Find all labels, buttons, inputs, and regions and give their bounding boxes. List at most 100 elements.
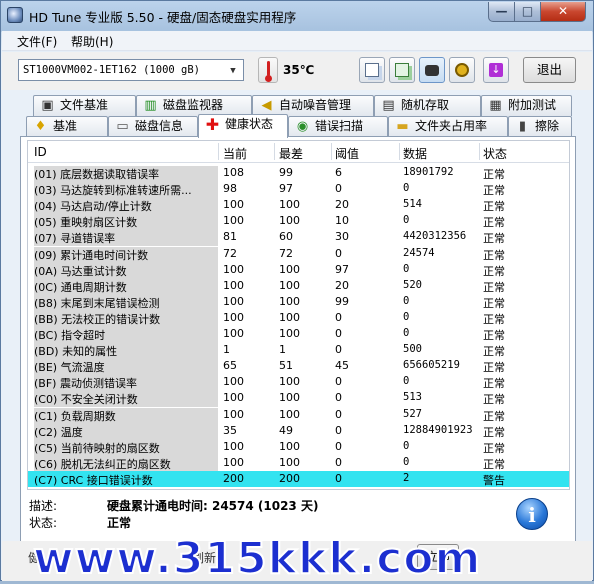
copy-info-icon bbox=[395, 63, 409, 77]
tab-benchmark[interactable]: ♦ 基准 bbox=[26, 116, 108, 137]
menu-help[interactable]: 帮助(H) bbox=[69, 33, 115, 50]
cell-current: 100 bbox=[223, 310, 244, 324]
tab-extra-tests[interactable]: ▦ 附加测试 bbox=[481, 95, 572, 116]
minimize-button[interactable]: — bbox=[488, 2, 515, 22]
table-row[interactable]: (C0) 不安全关闭计数 100 100 0 513 正常 bbox=[28, 390, 569, 408]
hdtune-app-icon bbox=[7, 7, 23, 23]
table-row[interactable]: (BE) 气流温度 65 51 45 656605219 正常 bbox=[28, 358, 569, 376]
maximize-button[interactable]: □ bbox=[514, 2, 541, 22]
cell-status: 正常 bbox=[483, 168, 505, 181]
table-row[interactable]: (C5) 当前待映射的扇区数 100 100 0 0 正常 bbox=[28, 439, 569, 456]
cell-worst: 97 bbox=[279, 182, 293, 196]
table-row[interactable]: (C2) 温度 35 49 0 12884901923 正常 bbox=[28, 423, 569, 440]
thermometer-icon bbox=[258, 57, 278, 83]
cell-worst: 100 bbox=[279, 214, 300, 228]
table-header: ID 当前 最差 阈值 数据 状态 bbox=[28, 141, 569, 163]
copy-text-button[interactable] bbox=[359, 57, 385, 83]
tab-disk-monitor[interactable]: ▥ 磁盘监视器 bbox=[136, 95, 252, 116]
cell-status: 正常 bbox=[483, 409, 505, 423]
cell-current: 100 bbox=[223, 327, 244, 340]
col-header-threshold[interactable]: 阈值 bbox=[335, 145, 359, 162]
tab-erase[interactable]: ▮ 擦除 bbox=[508, 116, 572, 137]
health-cross-icon: ✚ bbox=[205, 115, 220, 134]
cell-threshold: 20 bbox=[335, 198, 349, 212]
cell-current: 100 bbox=[223, 455, 244, 469]
tab-disk-info[interactable]: ▭ 磁盘信息 bbox=[108, 116, 198, 137]
tab-file-benchmark[interactable]: ▣ 文件基准 bbox=[33, 95, 136, 116]
cell-threshold: 0 bbox=[335, 391, 342, 405]
cell-threshold: 0 bbox=[335, 423, 342, 437]
cell-current: 100 bbox=[223, 214, 244, 228]
cell-data: 24574 bbox=[403, 246, 435, 259]
cell-threshold: 0 bbox=[335, 439, 342, 453]
cell-data: 527 bbox=[403, 407, 422, 420]
cell-status: 正常 bbox=[483, 312, 505, 326]
cell-current: 100 bbox=[223, 262, 244, 276]
exit-button[interactable]: 退出 bbox=[523, 57, 576, 83]
menu-file[interactable]: 文件(F) bbox=[15, 33, 59, 50]
drive-select[interactable]: ST1000VM002-1ET162 (1000 gB) ▼ bbox=[18, 59, 244, 81]
screenshot-button[interactable] bbox=[419, 57, 445, 83]
cell-threshold: 30 bbox=[335, 230, 349, 244]
table-row[interactable]: (B8) 末尾到末尾错误检测 100 100 99 0 正常 bbox=[28, 294, 569, 311]
table-row[interactable]: (0C) 通电周期计数 100 100 20 520 正常 bbox=[28, 278, 569, 295]
cell-current: 81 bbox=[223, 230, 237, 244]
cell-status: 正常 bbox=[483, 216, 505, 230]
cell-id: (05) 重映射扇区计数 bbox=[34, 214, 218, 231]
smart-table[interactable]: ID 当前 最差 阈值 数据 状态 (01) 底层数据读取错误率 108 99 6 18… bbox=[27, 140, 570, 490]
table-row[interactable]: (C1) 负载周期数 100 100 0 527 正常 bbox=[28, 407, 569, 424]
table-row[interactable]: (C6) 脱机无法纠正的扇区数 100 100 0 0 正常 bbox=[28, 455, 569, 472]
cell-worst: 99 bbox=[279, 166, 293, 179]
cell-id: (0A) 马达重试计数 bbox=[34, 262, 218, 279]
chevron-down-icon[interactable]: ▼ bbox=[225, 61, 241, 79]
cell-worst: 100 bbox=[279, 310, 300, 324]
table-row[interactable]: (C7) CRC 接口错误计数 200 200 0 2 警告 bbox=[28, 470, 569, 487]
cell-current: 100 bbox=[223, 198, 244, 212]
cell-worst: 60 bbox=[279, 230, 293, 244]
title-bar[interactable]: HD Tune 专业版 5.50 - 硬盘/固态硬盘实用程序 — □ ✕ bbox=[1, 1, 593, 31]
cell-id: (C0) 不安全关闭计数 bbox=[34, 391, 218, 408]
col-header-worst[interactable]: 最差 bbox=[279, 145, 303, 162]
table-row[interactable]: (BF) 震动侦测错误率 100 100 0 0 正常 bbox=[28, 374, 569, 392]
options-button[interactable] bbox=[449, 57, 475, 83]
tab-error-scan[interactable]: ◉ 错误扫描 bbox=[288, 116, 388, 137]
table-row[interactable]: (0A) 马达重试计数 100 100 97 0 正常 bbox=[28, 262, 569, 279]
table-row[interactable]: (BB) 无法校正的错误计数 100 100 0 0 正常 bbox=[28, 310, 569, 327]
table-row[interactable]: (04) 马达启动/停止计数 100 100 20 514 正常 bbox=[28, 197, 569, 215]
tab-random-access[interactable]: ▤ 随机存取 bbox=[374, 95, 481, 116]
col-header-status[interactable]: 状态 bbox=[483, 145, 507, 162]
table-row[interactable]: (BD) 未知的属性 1 1 0 500 正常 bbox=[28, 342, 569, 360]
cell-status: 正常 bbox=[483, 264, 505, 278]
table-row[interactable]: (01) 底层数据读取错误率 108 99 6 18901792 正常 bbox=[28, 165, 569, 182]
cell-id: (09) 累计通电时间计数 bbox=[34, 246, 218, 263]
cell-current: 100 bbox=[223, 375, 244, 389]
tab-aam[interactable]: ◀ 自动噪音管理 bbox=[252, 95, 374, 116]
cell-threshold: 0 bbox=[335, 246, 342, 260]
cell-worst: 1 bbox=[279, 343, 286, 357]
cell-data: 500 bbox=[403, 343, 422, 356]
table-row[interactable]: (05) 重映射扇区计数 100 100 10 0 正常 bbox=[28, 213, 569, 231]
table-row[interactable]: (03) 马达旋转到标准转速所需... 98 97 0 0 正常 bbox=[28, 181, 569, 199]
tab-health[interactable]: ✚ 健康状态 bbox=[198, 114, 288, 138]
save-button[interactable]: ↓ bbox=[483, 57, 509, 83]
error-scan-icon: ◉ bbox=[296, 119, 309, 134]
random-access-icon: ▤ bbox=[382, 98, 395, 113]
copy-info-button[interactable] bbox=[389, 57, 415, 83]
cell-status: 正常 bbox=[483, 425, 505, 439]
cell-threshold: 45 bbox=[335, 359, 349, 373]
close-button[interactable]: ✕ bbox=[540, 2, 586, 22]
table-row[interactable]: (BC) 指令超时 100 100 0 0 正常 bbox=[28, 326, 569, 343]
cell-worst: 100 bbox=[279, 198, 300, 212]
cell-data: 0 bbox=[403, 375, 410, 388]
col-header-current[interactable]: 当前 bbox=[223, 145, 247, 162]
table-row[interactable]: (07) 寻道错误率 81 60 30 4420312356 正常 bbox=[28, 229, 569, 247]
tabs-bottom-row: ♦ 基准 ▭ 磁盘信息 ✚ 健康状态 ◉ 错误扫描 ▬ 文件夹占用率 ▮ 擦除 bbox=[2, 114, 592, 138]
cell-data: 4420312356 bbox=[403, 230, 467, 243]
cell-worst: 100 bbox=[279, 455, 300, 469]
info-button[interactable]: i bbox=[516, 498, 548, 530]
table-row[interactable]: (09) 累计通电时间计数 72 72 0 24574 正常 bbox=[28, 246, 569, 263]
col-header-data[interactable]: 数据 bbox=[403, 145, 427, 162]
col-header-id[interactable]: ID bbox=[34, 145, 47, 159]
tab-folder-usage[interactable]: ▬ 文件夹占用率 bbox=[388, 116, 508, 137]
cell-status: 正常 bbox=[483, 184, 505, 198]
